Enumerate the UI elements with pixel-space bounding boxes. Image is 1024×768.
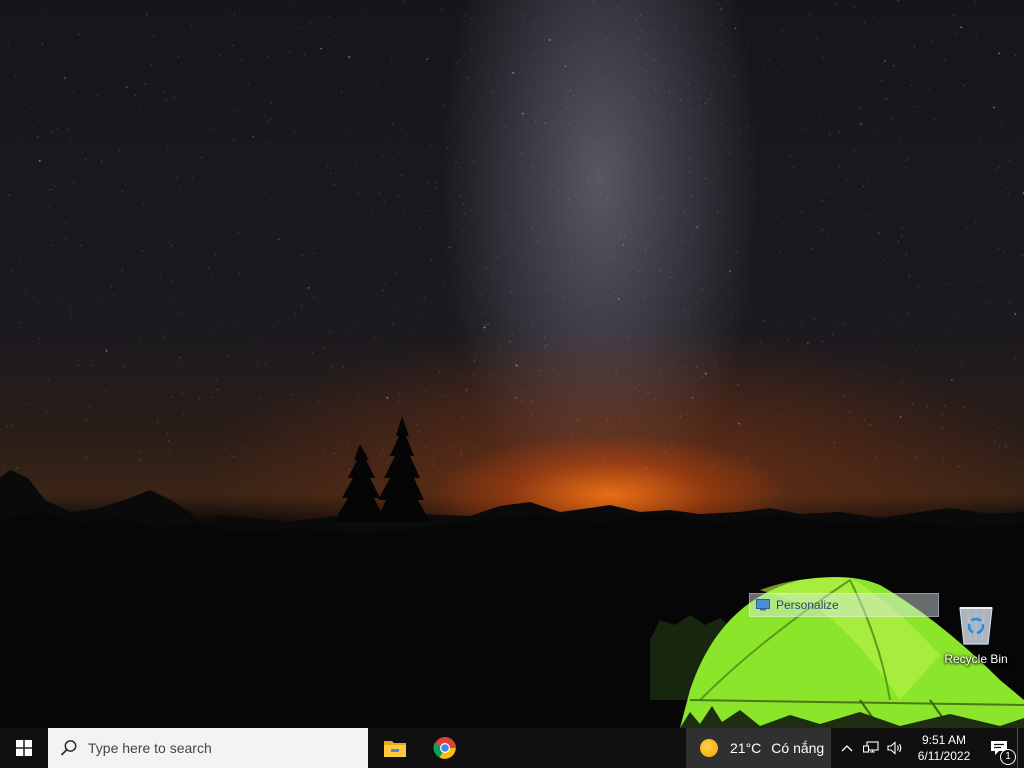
search-placeholder: Type here to search <box>88 740 212 756</box>
personalize-label: Personalize <box>776 598 839 612</box>
clock-time: 9:51 AM <box>921 733 967 747</box>
chevron-up-icon <box>841 745 853 752</box>
taskbar-search-box[interactable]: Type here to search <box>48 728 368 768</box>
recycle-bin-desktop-icon[interactable]: Recycle Bin <box>940 600 1012 672</box>
chrome-icon <box>433 737 456 759</box>
taskbar-file-explorer[interactable] <box>370 728 420 768</box>
taskbar-chrome[interactable] <box>420 728 470 768</box>
personalize-tooltip[interactable]: Personalize <box>749 593 939 617</box>
recycle-bin-icon <box>959 607 993 645</box>
desktop[interactable]: Personalize Recycle Bin <box>0 0 1024 728</box>
windows-logo-icon <box>16 740 32 756</box>
taskbar: Type here to search 21°C Có nắng 9:51 AM… <box>0 728 1024 768</box>
show-hidden-icons-button[interactable] <box>835 728 859 768</box>
sun-icon <box>700 739 718 757</box>
start-button[interactable] <box>0 728 48 768</box>
weather-condition: Có nắng <box>771 740 825 756</box>
volume-button[interactable] <box>883 728 907 768</box>
network-button[interactable] <box>859 728 883 768</box>
folder-icon <box>384 741 406 757</box>
search-icon <box>60 740 77 756</box>
taskbar-clock[interactable]: 9:51 AM 6/11/2022 <box>907 728 981 768</box>
notification-badge: 1 <box>1000 749 1016 765</box>
clock-date: 6/11/2022 <box>917 749 971 763</box>
action-center-button[interactable]: 1 <box>981 728 1017 768</box>
recycle-bin-label: Recycle Bin <box>944 652 1008 666</box>
weather-widget[interactable]: 21°C Có nắng <box>686 728 831 768</box>
personalize-icon <box>756 599 770 611</box>
wallpaper-landscape <box>0 416 1024 728</box>
system-tray: 9:51 AM 6/11/2022 1 <box>831 728 1024 768</box>
weather-temperature: 21°C <box>730 740 762 756</box>
volume-icon <box>887 741 902 755</box>
network-icon <box>863 741 879 753</box>
show-desktop-button[interactable] <box>1017 728 1024 768</box>
